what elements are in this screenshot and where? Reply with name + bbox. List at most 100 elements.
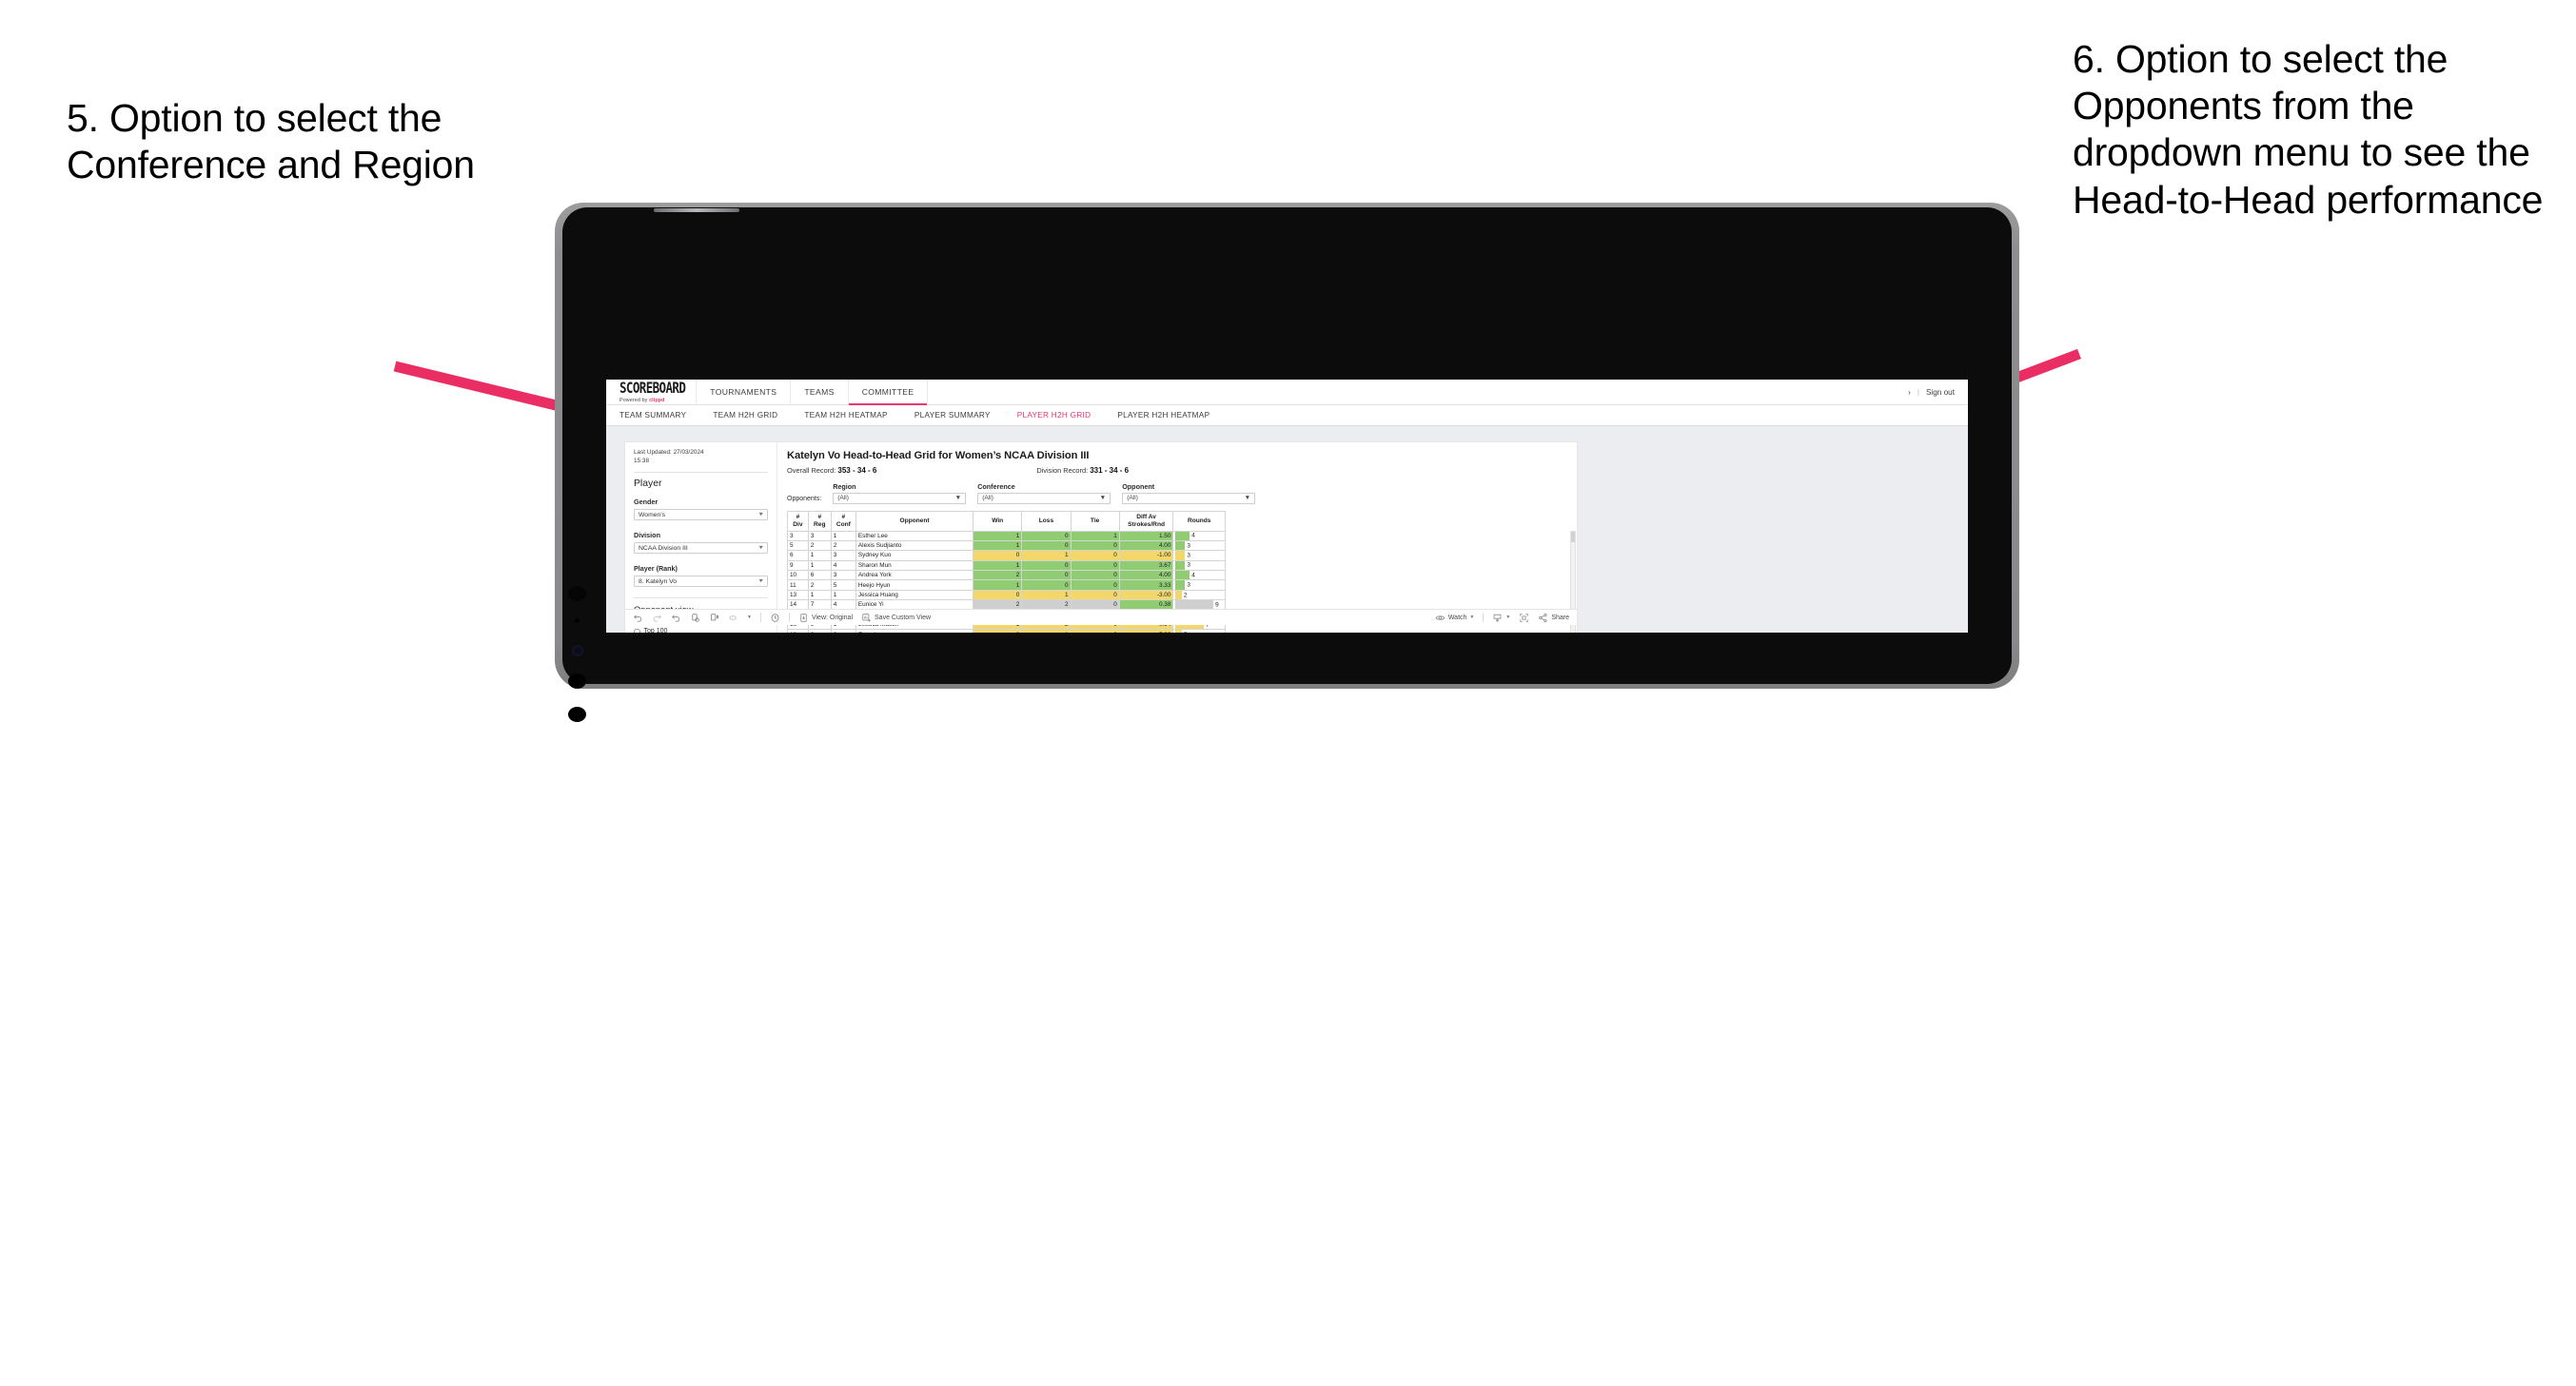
toolbar-divider-3 [1483, 613, 1485, 622]
region-filter-select[interactable]: (All) ▼ [833, 493, 967, 504]
table-row[interactable]: 10 6 3 Andrea York 2 0 0 4.00 4 [787, 570, 1226, 581]
brand-powered-name: clippd [649, 398, 665, 403]
chevron-right-icon[interactable]: › [1908, 388, 1911, 397]
cell-reg: 2 [807, 539, 832, 552]
division-select[interactable]: NCAA Division III ▼ [634, 542, 768, 555]
cell-reg: 3 [807, 530, 832, 541]
cell-reg: 1 [807, 559, 832, 572]
download-icon [1492, 613, 1503, 623]
redo-icon[interactable] [652, 613, 662, 623]
grid-scrollbar-thumb[interactable] [1571, 531, 1575, 542]
cell-reg: 2 [807, 629, 832, 633]
share-button[interactable]: Share [1538, 613, 1569, 623]
tab-player-h2h-heatmap[interactable]: PLAYER H2H HEATMAP [1117, 411, 1209, 420]
pause-refresh-icon[interactable] [770, 613, 780, 623]
col-header-diff[interactable]: Diff Av Strokes/Rnd [1118, 510, 1174, 532]
sign-out-link[interactable]: Sign out [1926, 388, 1955, 397]
nav-item-tournaments[interactable]: TOURNAMENTS [697, 380, 792, 404]
opponent-filter-select[interactable]: (All) ▼ [1122, 493, 1256, 504]
last-updated-text: Last Updated: 27/03/2024 15:38 [634, 449, 768, 465]
cell-div: 6 [787, 550, 809, 561]
save-custom-view-label: Save Custom View [875, 614, 932, 621]
chevron-down-icon: ▼ [757, 512, 764, 518]
brand-logo[interactable]: SCOREBOARD Powered by clippd [606, 380, 698, 404]
table-row[interactable]: 1822Euna Lee010-5.002 [787, 629, 1226, 633]
cell-opponent: Sharon Mun [855, 559, 974, 572]
cell-tie: 0 [1070, 570, 1120, 581]
cell-loss: 1 [1021, 629, 1072, 633]
cell-opponent: Jessica Huang [855, 589, 974, 601]
cell-reg: 2 [807, 579, 832, 591]
radio-top-100[interactable]: Top 100 [634, 628, 768, 633]
table-row[interactable]: 9 1 4 Sharon Mun 1 0 0 3.67 3 [787, 559, 1226, 572]
col-header-opponent[interactable]: Opponent [855, 510, 974, 532]
cell-opponent: Heejo Hyun [855, 579, 974, 591]
cell-win: 0 [973, 589, 1023, 601]
cell-rounds-bar: 3 [1172, 559, 1226, 572]
cell-tie: 1 [1070, 530, 1120, 541]
tab-team-h2h-heatmap[interactable]: TEAM H2H HEATMAP [804, 411, 887, 420]
col-header-rounds[interactable]: Rounds [1172, 510, 1226, 532]
toolbar-divider-2 [788, 613, 790, 622]
cell-div: 9 [787, 559, 809, 572]
viz-title: Katelyn Vo Head-to-Head Grid for Women’s… [787, 450, 1090, 461]
table-row[interactable]: 6 1 3 Sydney Kuo 0 1 0 -1.00 3 [787, 550, 1226, 561]
tab-player-h2h-grid[interactable]: PLAYER H2H GRID [1017, 411, 1091, 420]
cell-diff: 1.50 [1118, 530, 1174, 541]
cell-opponent: Euna Lee [855, 629, 974, 633]
brand-name: SCOREBOARD [619, 380, 686, 397]
view-original-button[interactable]: View: Original [798, 613, 853, 623]
division-record: Division Record: 331 - 34 - 6 [1036, 466, 1129, 475]
cell-rounds-bar: 4 [1172, 570, 1226, 581]
division-field: Division NCAA Division III ▼ [634, 531, 768, 555]
watch-button[interactable]: Watch ▼ [1435, 613, 1474, 623]
col-header-div[interactable]: # Div [787, 510, 809, 532]
pause-auto-update-icon[interactable] [709, 613, 719, 623]
viz-main-panel: Katelyn Vo Head-to-Head Grid for Women’s… [777, 442, 1577, 633]
conference-filter-select[interactable]: (All) ▼ [977, 493, 1111, 504]
nav-divider: | [1917, 387, 1919, 397]
tab-player-summary[interactable]: PLAYER SUMMARY [914, 411, 991, 420]
table-row[interactable]: 11 2 5 Heejo Hyun 1 0 0 3.33 3 [787, 579, 1226, 591]
cell-diff: 3.67 [1118, 559, 1174, 572]
conference-filter-value: (All) [982, 495, 993, 502]
cell-tie: 0 [1070, 539, 1120, 552]
undo-icon[interactable] [633, 613, 643, 623]
region-filter-label: Region [833, 482, 856, 491]
cell-win: 0 [973, 550, 1023, 561]
table-row[interactable]: 13 1 1 Jessica Huang 0 1 0 -3.00 2 [787, 589, 1226, 601]
gender-select[interactable]: Women’s ▼ [634, 509, 768, 521]
cell-win: 1 [973, 579, 1023, 591]
tab-team-h2h-grid[interactable]: TEAM H2H GRID [713, 411, 777, 420]
chevron-down-icon[interactable]: ▼ [747, 615, 752, 620]
table-row[interactable]: 5 2 2 Alexis Sudjianto 1 0 0 4.00 3 [787, 539, 1226, 552]
cell-rounds-bar: 4 [1172, 530, 1226, 541]
col-header-reg[interactable]: # Reg [807, 510, 832, 532]
player-rank-select[interactable]: 8. Katelyn Vo ▼ [634, 576, 768, 588]
col-header-reg-l1: # [817, 514, 822, 521]
refresh-data-icon[interactable] [690, 613, 700, 623]
cell-diff: -1.00 [1118, 550, 1174, 561]
nav-item-committee[interactable]: COMMITTEE [848, 380, 929, 405]
annotation-5-text: 5. Option to select the Conference and R… [67, 96, 475, 187]
table-row[interactable]: 3 3 1 Esther Lee 1 0 1 1.50 4 [787, 530, 1226, 541]
alerts-subscribe-icon[interactable] [728, 613, 738, 623]
col-header-tie[interactable]: Tie [1070, 510, 1120, 532]
tab-team-summary[interactable]: TEAM SUMMARY [619, 411, 686, 420]
radio-unselected-icon [634, 628, 640, 633]
col-header-loss[interactable]: Loss [1021, 510, 1072, 532]
cell-tie: 0 [1070, 589, 1120, 601]
speaker-grille-icon [654, 208, 739, 212]
col-header-conf[interactable]: # Conf [830, 510, 856, 532]
opponent-filter: Opponent (All) ▼ [1122, 482, 1256, 504]
cell-opponent: Alexis Sudjianto [855, 539, 974, 552]
nav-item-teams[interactable]: TEAMS [791, 380, 849, 404]
col-header-win[interactable]: Win [973, 510, 1023, 532]
download-button[interactable]: ▼ [1492, 613, 1510, 623]
app-viewport: SCOREBOARD Powered by clippd TOURNAMENTS… [606, 380, 1968, 633]
cell-win: 0 [973, 629, 1023, 633]
cell-win: 1 [973, 530, 1023, 541]
revert-icon[interactable] [671, 613, 681, 623]
full-screen-icon[interactable] [1519, 613, 1529, 623]
save-custom-view-button[interactable]: Save Custom View [861, 613, 931, 623]
